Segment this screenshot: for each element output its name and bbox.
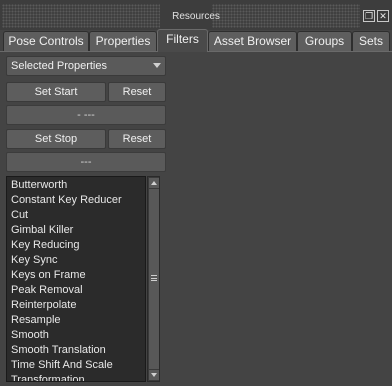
tab-pose-controls[interactable]: Pose Controls [3,31,89,51]
list-item[interactable]: Constant Key Reducer [7,193,145,208]
list-item[interactable]: Smooth Translation [7,343,145,358]
arrow-down-icon [151,373,157,377]
tab-bar: Pose Controls Properties Filters Asset B… [0,29,392,52]
filter-list-scrollbar[interactable] [147,176,160,382]
start-frame-field[interactable]: - --- [6,105,166,125]
tab-groups[interactable]: Groups [297,31,352,51]
property-selector-value: Selected Properties [11,60,107,72]
list-item[interactable]: Reinterpolate [7,298,145,313]
title-bar[interactable]: Resources ❐ ✕ [0,0,392,30]
list-item[interactable]: Key Sync [7,253,145,268]
tab-filters[interactable]: Filters [157,29,208,52]
tab-sets[interactable]: Sets [352,31,390,51]
set-stop-button[interactable]: Set Stop [6,129,106,149]
list-item[interactable]: Butterworth [7,178,145,193]
restore-icon[interactable]: ❐ [363,10,375,22]
tab-asset-browser[interactable]: Asset Browser [208,31,297,51]
scroll-down-button[interactable] [149,370,159,380]
list-item[interactable]: Key Reducing [7,238,145,253]
tab-properties[interactable]: Properties [89,31,157,51]
list-item[interactable]: Peak Removal [7,283,145,298]
list-item[interactable]: Smooth [7,328,145,343]
chevron-down-icon [153,63,161,68]
list-item[interactable]: Cut [7,208,145,223]
list-item[interactable]: Resample [7,313,145,328]
set-start-button[interactable]: Set Start [6,82,106,102]
stop-frame-field[interactable]: --- [6,152,166,172]
filters-panel: Selected Properties Set Start Reset - --… [4,54,166,384]
list-item[interactable]: Time Shift And Scale [7,358,145,373]
scroll-thumb[interactable] [149,189,159,369]
filter-list[interactable]: Butterworth Constant Key Reducer Cut Gim… [6,176,146,382]
filter-properties-area [166,54,392,386]
grip-icon [151,275,157,281]
window-title: Resources [172,11,220,22]
list-item[interactable]: Transformation [7,373,145,381]
reset-start-button[interactable]: Reset [108,82,166,102]
list-item[interactable]: Gimbal Killer [7,223,145,238]
scroll-up-button[interactable] [149,178,159,188]
reset-stop-button[interactable]: Reset [108,129,166,149]
list-item[interactable]: Keys on Frame [7,268,145,283]
arrow-up-icon [151,181,157,185]
property-selector-dropdown[interactable]: Selected Properties [6,56,166,76]
close-icon[interactable]: ✕ [377,10,389,22]
